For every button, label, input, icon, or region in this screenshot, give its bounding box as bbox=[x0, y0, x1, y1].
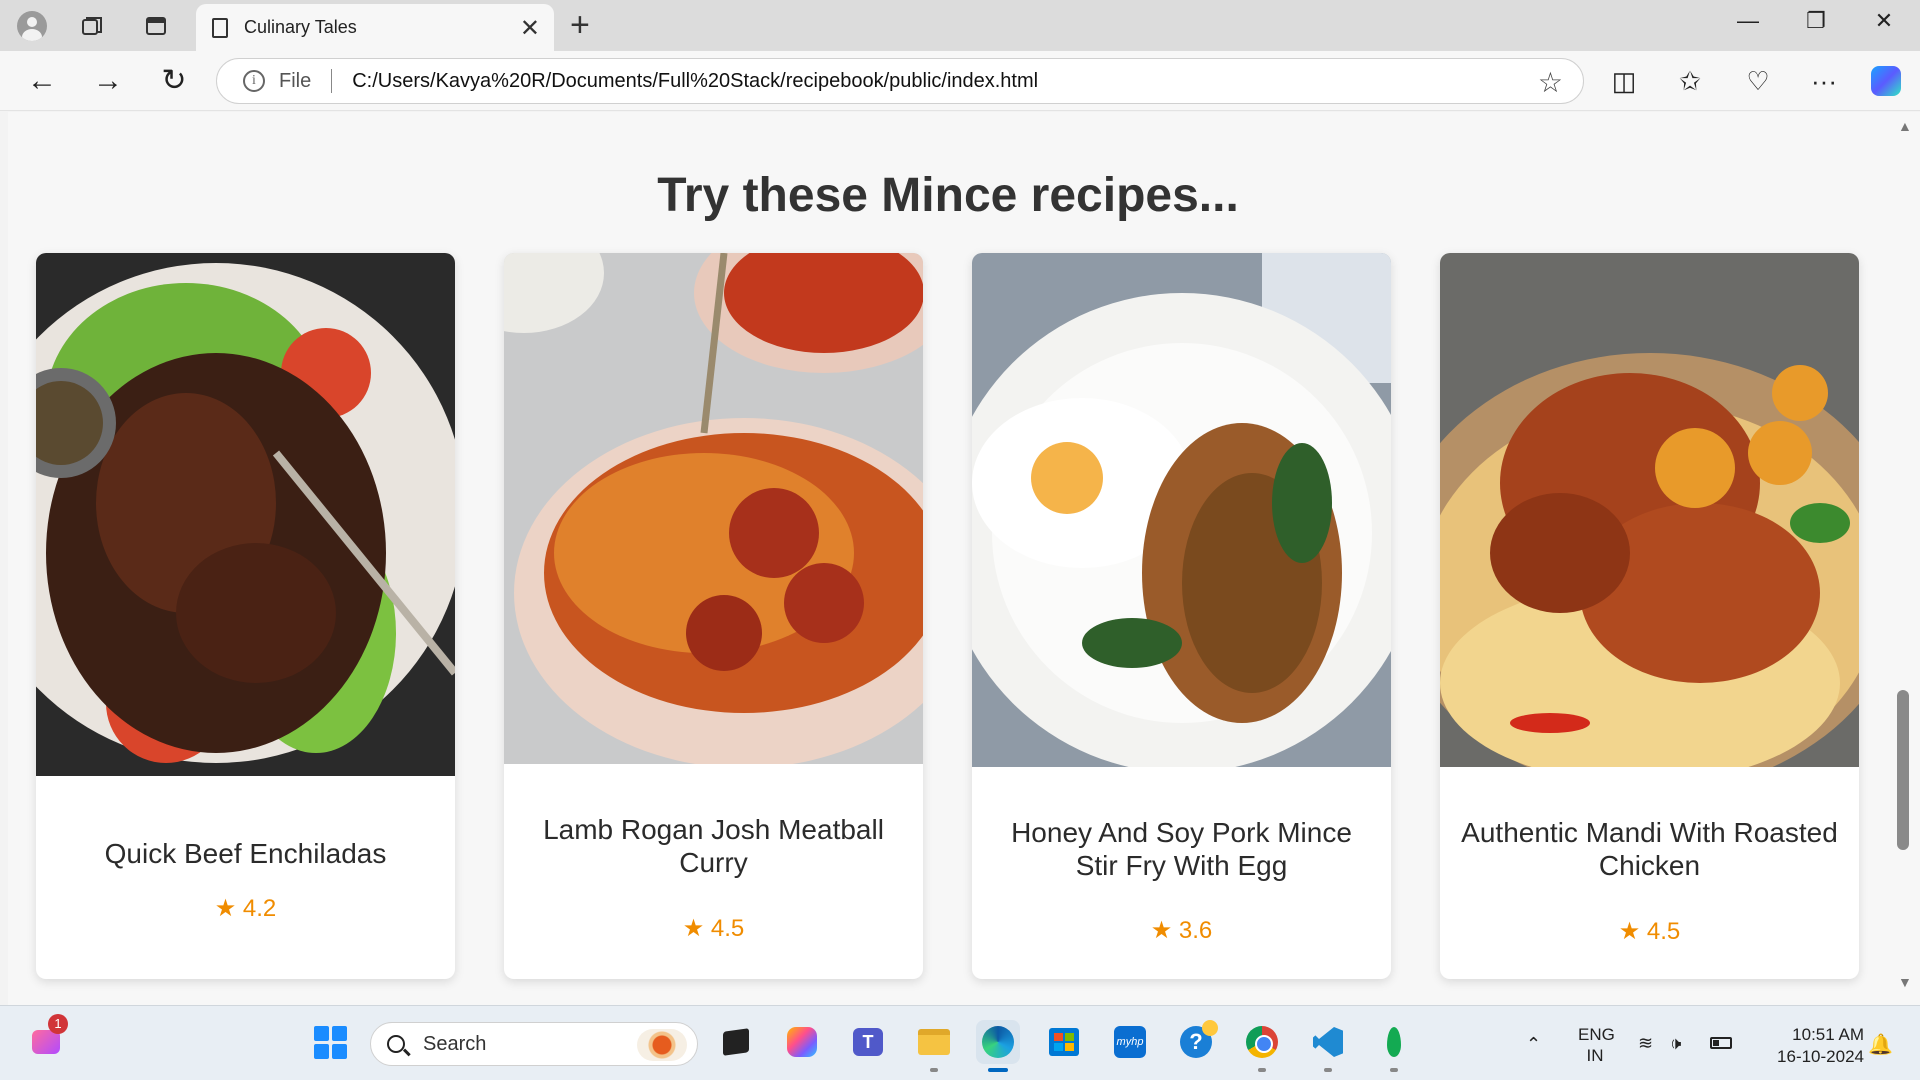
page-scrollbar[interactable]: ▲ ▼ bbox=[1888, 112, 1920, 1005]
battery-icon[interactable] bbox=[1710, 1033, 1732, 1054]
page-title: Try these Mince recipes... bbox=[657, 169, 1239, 222]
minimize-window-button[interactable]: — bbox=[1728, 8, 1768, 34]
site-info-icon[interactable]: i bbox=[243, 70, 265, 92]
file-explorer-app-icon[interactable] bbox=[912, 1020, 956, 1072]
teams-app-icon[interactable]: T bbox=[846, 1020, 890, 1064]
windows-logo-icon bbox=[313, 1025, 347, 1059]
chrome-app-icon[interactable] bbox=[1240, 1020, 1284, 1072]
favorites-icon[interactable]: ✩ bbox=[1670, 63, 1710, 99]
recipe-card[interactable]: Lamb Rogan Josh Meatball Curry ★ 4.5 bbox=[504, 253, 923, 979]
tab-actions-icon[interactable] bbox=[140, 10, 172, 42]
file-manager-app-icon[interactable] bbox=[714, 1020, 758, 1064]
mongodb-compass-app-icon[interactable] bbox=[1372, 1020, 1416, 1072]
url-text[interactable]: C:/Users/Kavya%20R/Documents/Full%20Stac… bbox=[352, 70, 1038, 93]
back-arrow-icon[interactable]: ← bbox=[22, 63, 62, 99]
system-clock[interactable]: 10:51 AM 16-10-2024 bbox=[1756, 1024, 1864, 1068]
reload-icon[interactable]: ↻ bbox=[154, 63, 194, 99]
address-separator bbox=[331, 69, 333, 93]
tab-title: Culinary Tales bbox=[244, 17, 357, 37]
recipe-rating: ★ 4.5 bbox=[1618, 918, 1681, 945]
browser-title-bar: Culinary Tales ✕ + — ❐ ✕ bbox=[0, 0, 1920, 51]
recipe-page: Try these Mince recipes... Quick Beef En… bbox=[8, 112, 1888, 1005]
region-code: IN bbox=[1586, 1046, 1604, 1065]
show-hidden-icons-chevron-icon[interactable]: ⌃ bbox=[1526, 1034, 1541, 1055]
split-screen-icon[interactable]: ◫ bbox=[1604, 63, 1644, 99]
edge-app-icon[interactable] bbox=[976, 1020, 1020, 1072]
windows-taskbar: 1 Search T myhp ? ⌃ ENG IN ≋ 🕩 10:51 AM … bbox=[0, 1005, 1920, 1080]
recipe-image-mandi bbox=[1440, 253, 1859, 767]
microsoft-store-app-icon[interactable] bbox=[1042, 1020, 1086, 1064]
notification-badge: 1 bbox=[48, 1014, 68, 1034]
clock-date: 16-10-2024 bbox=[1777, 1047, 1864, 1066]
browser-navigation-bar: ← → ↻ i File C:/Users/Kavya%20R/Document… bbox=[0, 51, 1920, 111]
notifications-bell-icon[interactable]: 🔔 bbox=[1868, 1032, 1893, 1057]
page-document-icon bbox=[212, 17, 228, 38]
close-window-button[interactable]: ✕ bbox=[1864, 8, 1904, 34]
language-code: ENG bbox=[1578, 1025, 1615, 1044]
address-bar[interactable]: i File C:/Users/Kavya%20R/Documents/Full… bbox=[216, 58, 1584, 104]
scroll-up-arrow-icon[interactable]: ▲ bbox=[1898, 118, 1912, 134]
browser-essentials-icon[interactable]: ♡ bbox=[1738, 63, 1778, 99]
recipe-rating: ★ 4.2 bbox=[214, 895, 277, 922]
language-indicator[interactable]: ENG IN bbox=[1578, 1024, 1615, 1066]
recipe-rating: ★ 3.6 bbox=[1150, 917, 1213, 944]
volume-icon[interactable]: 🕩 bbox=[1670, 1033, 1681, 1054]
workspaces-icon[interactable] bbox=[76, 10, 108, 42]
restore-window-button[interactable]: ❐ bbox=[1796, 8, 1836, 34]
profile-avatar-icon[interactable] bbox=[16, 10, 48, 42]
recipe-name[interactable]: Lamb Rogan Josh Meatball Curry bbox=[524, 813, 903, 879]
copilot-app-icon[interactable] bbox=[780, 1020, 824, 1064]
add-favorite-star-icon[interactable]: ☆ bbox=[1538, 66, 1563, 99]
myhp-app-icon[interactable]: myhp bbox=[1108, 1020, 1152, 1064]
recipe-image-beef bbox=[36, 253, 455, 776]
close-tab-icon[interactable]: ✕ bbox=[520, 14, 540, 43]
recipe-rating: ★ 4.5 bbox=[682, 915, 745, 942]
wifi-icon[interactable]: ≋ bbox=[1638, 1033, 1653, 1054]
scrollbar-thumb[interactable] bbox=[1897, 690, 1909, 850]
recipe-card[interactable]: Authentic Mandi With Roasted Chicken ★ 4… bbox=[1440, 253, 1859, 979]
forward-arrow-icon[interactable]: → bbox=[88, 63, 128, 99]
taskbar-search-box[interactable]: Search bbox=[370, 1022, 698, 1066]
recipe-image-pork-mince bbox=[972, 253, 1391, 767]
start-button[interactable] bbox=[308, 1020, 352, 1064]
more-options-icon[interactable]: ··· bbox=[1804, 63, 1844, 99]
search-highlight-image bbox=[637, 1029, 687, 1061]
copilot-icon[interactable] bbox=[1866, 63, 1906, 99]
recipe-card[interactable]: Honey And Soy Pork Mince Stir Fry With E… bbox=[972, 253, 1391, 979]
notification-app-icon[interactable]: 1 bbox=[24, 1014, 68, 1064]
recipe-name[interactable]: Honey And Soy Pork Mince Stir Fry With E… bbox=[992, 816, 1371, 882]
recipe-card[interactable]: Quick Beef Enchiladas ★ 4.2 bbox=[36, 253, 455, 979]
recipe-image-spaghetti bbox=[504, 253, 923, 764]
get-help-app-icon[interactable]: ? bbox=[1174, 1020, 1218, 1064]
recipe-name[interactable]: Quick Beef Enchiladas bbox=[56, 837, 435, 870]
tab-culinary-tales[interactable]: Culinary Tales ✕ bbox=[196, 4, 554, 51]
recipe-name[interactable]: Authentic Mandi With Roasted Chicken bbox=[1460, 816, 1839, 882]
scheme-label: File bbox=[279, 69, 312, 92]
new-tab-button[interactable]: + bbox=[570, 6, 590, 45]
search-icon bbox=[387, 1035, 405, 1053]
scroll-down-arrow-icon[interactable]: ▼ bbox=[1898, 974, 1912, 990]
vscode-app-icon[interactable] bbox=[1306, 1020, 1350, 1072]
search-placeholder: Search bbox=[423, 1032, 487, 1055]
clock-time: 10:51 AM bbox=[1792, 1025, 1864, 1044]
